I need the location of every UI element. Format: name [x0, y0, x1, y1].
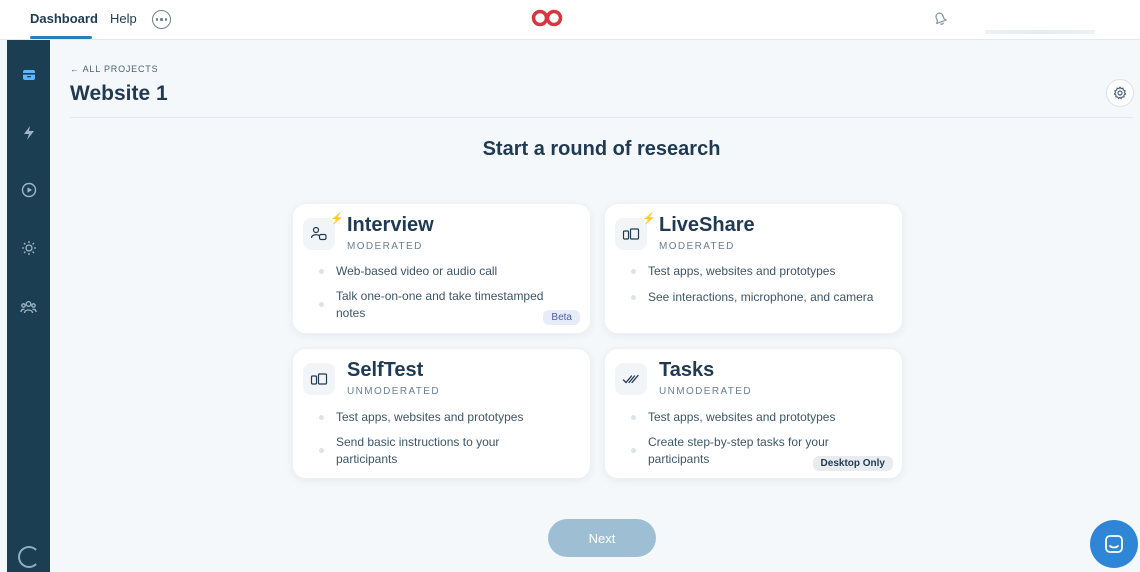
gear-icon[interactable] [1106, 79, 1134, 107]
spinner-icon [18, 546, 40, 568]
research-card-liveshare[interactable]: ⚡ LiveShare MODERATED Test apps, website… [604, 203, 903, 334]
card-subtitle: UNMODERATED [659, 386, 752, 397]
bullet-dot [631, 415, 636, 420]
card-bullet: Test apps, websites and prototypes [336, 410, 524, 424]
desktop-only-badge: Desktop Only [812, 456, 893, 471]
card-title: Interview [347, 214, 434, 236]
card-title: SelfTest [347, 359, 424, 381]
chat-icon[interactable] [1090, 520, 1138, 568]
card-title: Tasks [659, 359, 715, 381]
card-title: LiveShare [659, 214, 755, 236]
header-divider [70, 117, 1133, 118]
research-card-interview[interactable]: ⚡ Interview MODERATED Web-based video or… [292, 203, 591, 334]
card-subtitle: MODERATED [347, 241, 423, 252]
play-icon[interactable] [16, 177, 41, 202]
back-to-all-projects-link[interactable]: ← ALL PROJECTS [70, 64, 158, 74]
double-check-icon [615, 363, 647, 395]
card-subtitle: UNMODERATED [347, 386, 440, 397]
section-title: Start a round of research [482, 138, 721, 160]
bullet-dot [319, 269, 324, 274]
top-bar: Dashboard Help [0, 0, 1140, 40]
bullet-dot [319, 415, 324, 420]
sidebar [7, 40, 50, 572]
bell-icon[interactable] [931, 9, 949, 32]
card-bullet: See interactions, microphone, and camera [648, 290, 874, 304]
beta-badge: Beta [543, 310, 580, 325]
card-bullet: Talk one-on-one and take timestamped not… [336, 289, 544, 320]
bullet-dot [631, 269, 636, 274]
next-button[interactable]: Next [548, 519, 656, 557]
research-card-selftest[interactable]: SelfTest UNMODERATED Test apps, websites… [292, 348, 591, 479]
nav-dashboard[interactable]: Dashboard [30, 11, 98, 26]
bullet-dot [631, 448, 636, 453]
sun-icon[interactable] [16, 235, 41, 260]
nav-help[interactable]: Help [110, 11, 137, 26]
bullet-dot [631, 295, 636, 300]
card-subtitle: MODERATED [659, 241, 735, 252]
card-bullet: Send basic instructions to your particip… [336, 435, 500, 466]
bullet-dot [319, 448, 324, 453]
team-icon[interactable] [16, 294, 41, 319]
inbox-icon[interactable] [16, 62, 41, 87]
bolt-icon: ⚡ [642, 213, 656, 225]
card-bullet: Test apps, websites and prototypes [648, 264, 836, 278]
account-menu[interactable] [985, 30, 1095, 34]
research-card-tasks[interactable]: Tasks UNMODERATED Test apps, websites an… [604, 348, 903, 479]
devices-icon [303, 363, 335, 395]
page-title: Website 1 [70, 82, 168, 105]
brand-logo[interactable] [530, 8, 564, 33]
bolt-icon: ⚡ [330, 213, 344, 225]
card-bullet: Web-based video or audio call [336, 264, 498, 278]
card-bullet: Test apps, websites and prototypes [648, 410, 836, 424]
bullet-dot [319, 302, 324, 307]
active-tab-indicator [30, 36, 92, 39]
more-horizontal-icon[interactable] [152, 10, 171, 29]
